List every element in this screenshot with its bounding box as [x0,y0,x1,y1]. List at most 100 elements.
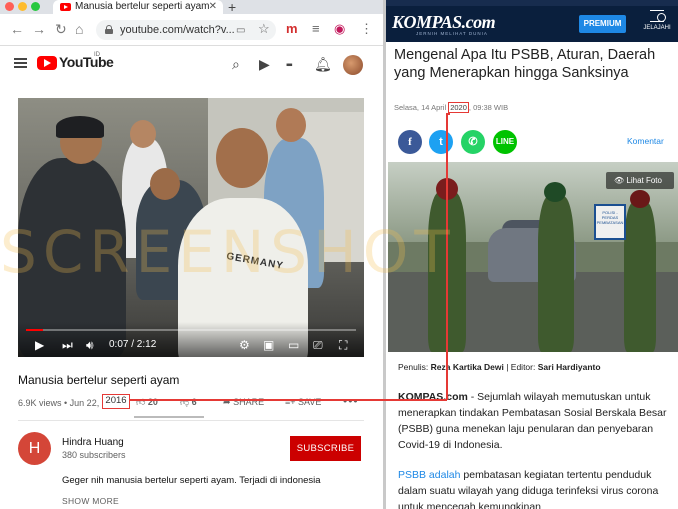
address-bar-url: youtube.com/watch?v... [120,24,235,36]
eye-icon: 👁︎ [614,176,625,185]
play-icon[interactable]: ▶ [35,338,44,352]
show-more-button[interactable]: SHOW MORE [62,496,119,506]
browser-toolbar: ← → ↻ ⌂ youtube.com/watch?v... ▭ ☆ m ≡ ◉… [0,14,383,46]
minimize-window-icon[interactable] [18,2,27,11]
highlighted-article-year: 2020 [448,102,469,113]
article-headline: Mengenal Apa Itu PSBB, Aturan, Daerah ya… [394,47,656,81]
video-person-head [130,120,156,148]
whatsapp-share-icon[interactable]: ✆ [461,130,485,154]
line-share-icon[interactable]: LINE [493,130,517,154]
reload-icon[interactable]: ↻ [55,22,67,36]
lock-icon [105,25,113,34]
home-icon[interactable]: ⌂ [75,22,83,36]
photo-soldier-beret [544,182,566,202]
forward-arrow-icon[interactable]: → [32,22,46,36]
penulis-label: Penulis: [398,362,429,372]
like-button[interactable]: 👍︎ 20 [136,396,158,408]
video-person-head [276,108,306,142]
komentar-link[interactable]: Komentar [627,136,664,146]
like-ratio-bar [134,416,204,418]
article-source: KOMPAS.com [398,391,468,403]
kompas-logo[interactable]: KOMPAS.com [392,12,496,33]
more-actions-icon[interactable]: ••• [343,394,359,408]
next-icon[interactable]: ⏭︎ [62,338,73,352]
video-views-date: 6.9K views • Jun 22, [18,398,100,408]
close-window-icon[interactable] [5,2,14,11]
youtube-logo-icon[interactable] [37,56,57,70]
subscribe-button[interactable]: SUBSCRIBE [290,436,361,461]
tab-title: Manusia bertelur seperti ayam [75,1,210,12]
apps-grid-icon[interactable]: ▪▪▪ [286,59,292,73]
browser-menu-icon[interactable]: ⋮ [360,22,373,36]
premium-button[interactable]: PREMIUM [579,15,626,33]
youtube-logo-text[interactable]: YouTube [59,54,114,70]
psbb-link[interactable]: PSBB adalah [398,469,460,481]
article-photo[interactable]: POLISI - PERDAS PEMBATASAN 👁︎ Lihat Foto [388,162,678,352]
video-title: Manusia bertelur seperti ayam [18,373,180,387]
year-connector-line [446,113,450,115]
create-video-icon[interactable]: ▶ [259,57,270,71]
fullscreen-icon[interactable]: ⛶ [339,338,347,352]
year-connector-line [446,113,448,400]
new-tab-button[interactable]: + [228,0,236,15]
user-avatar[interactable] [343,55,363,75]
kompas-article-window: KOMPAS.com JERNIH MELIHAT DUNIA PREMIUM … [386,0,678,509]
kompas-tagline: JERNIH MELIHAT DUNIA [416,31,488,36]
lihat-foto-label: Lihat Foto [626,176,662,185]
volume-icon[interactable]: 🔊︎ [86,338,94,352]
channel-avatar[interactable]: H [18,432,51,465]
browser-tab-bar: Manusia bertelur seperti ayam ✕ + [0,0,383,15]
notifications-bell-icon[interactable]: 🔔︎ [314,57,332,71]
article-paragraph: PSBB adalah pembatasan kegiatan tertentu… [398,467,670,509]
address-bar[interactable]: youtube.com/watch?v... [96,20,276,40]
highlighted-upload-year: 2016 [102,394,130,409]
share-button[interactable]: ➦ SHARE [223,396,264,408]
article-byline: Penulis: Reza Kartika Dewi | Editor: Sar… [398,362,601,372]
youtube-browser-window: Manusia bertelur seperti ayam ✕ + ← → ↻ … [0,0,383,509]
article-date-prefix: Selasa, 14 April [394,103,447,112]
bookmark-star-icon[interactable]: ☆ [258,22,270,36]
video-description: Geger nih manusia bertelur seperti ayam.… [62,475,321,486]
year-connector-line [130,399,447,401]
theater-mode-icon[interactable]: ▭ [288,338,299,352]
video-time: 0:07 / 2:12 [109,339,157,350]
youtube-favicon-icon [60,3,71,11]
profile-extension-icon[interactable]: ◉ [334,22,345,36]
editor-label: | Editor: [503,362,536,372]
kompas-header: KOMPAS.com JERNIH MELIHAT DUNIA PREMIUM … [386,0,678,42]
youtube-region-code: ID [94,52,100,58]
cast-icon[interactable]: ⎚ [313,338,323,352]
search-icon[interactable]: ⌕ [232,57,240,71]
tab-close-icon[interactable]: ✕ [209,0,217,14]
browser-tab[interactable]: Manusia bertelur seperti ayam ✕ [53,0,223,14]
video-progress-bar[interactable] [26,329,356,331]
channel-subscribers: 380 subscribers [62,450,126,460]
menu-search-icon [650,10,666,22]
kompas-top-strip [386,0,678,6]
divider [18,420,364,421]
video-person-head [216,128,268,188]
youtube-header: YouTube ID ⌕ ▶ ▪▪▪ 🔔︎ [0,47,383,83]
extension-m-icon[interactable]: m [286,22,298,36]
save-button[interactable]: ≡+ SAVE [285,396,321,408]
miniplayer-icon[interactable]: ▣ [263,338,274,352]
jelajahi-button[interactable]: JELAJAHI [641,10,673,40]
penulis-name[interactable]: Reza Kartika Dewi [431,362,504,372]
jelajahi-label: JELAJAHI [643,25,671,31]
back-arrow-icon[interactable]: ← [10,22,24,36]
photo-soldier-beret [630,190,650,208]
video-person-head [150,168,180,200]
editor-name[interactable]: Sari Hardiyanto [538,362,601,372]
video-person-cap [56,116,104,138]
channel-name[interactable]: Hindra Huang [62,437,124,448]
maximize-window-icon[interactable] [31,2,40,11]
video-player[interactable]: GERMANY ▶ ⏭︎ 🔊︎ 0:07 / 2:12 ⚙ ▣ ▭ ⎚ ⛶ [18,98,364,357]
hamburger-menu-icon[interactable] [14,58,27,68]
facebook-share-icon[interactable]: f [398,130,422,154]
twitter-share-icon[interactable]: t [429,130,453,154]
dislike-button[interactable]: 👎︎ 6 [180,396,197,408]
cast-icon[interactable]: ▭ [236,24,245,38]
settings-gear-icon[interactable]: ⚙ [239,338,250,352]
lihat-foto-button[interactable]: 👁︎ Lihat Foto [606,172,674,189]
reading-list-icon[interactable]: ≡ [312,22,320,36]
